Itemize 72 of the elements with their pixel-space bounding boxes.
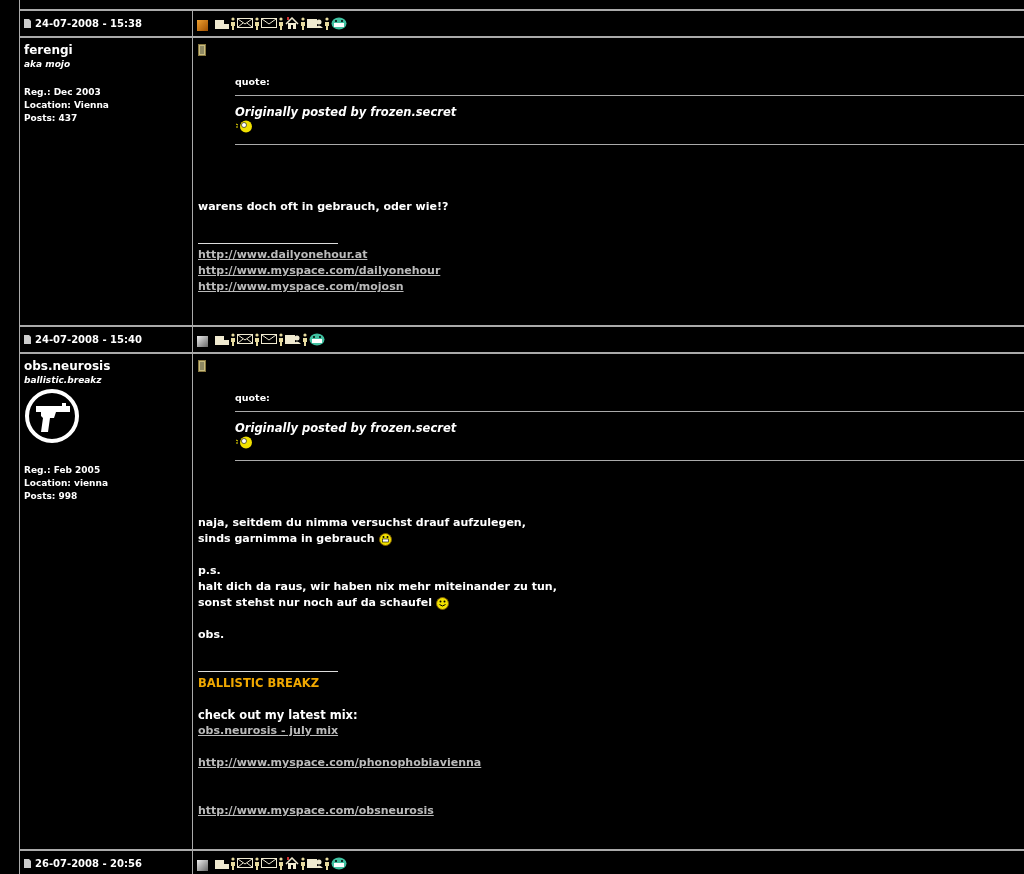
- user-title: ballistic.breakz: [24, 374, 103, 387]
- signature-title: BALLISTIC BREAKZ: [198, 675, 321, 691]
- figure-icon: [230, 17, 236, 30]
- grin-smiley-icon: [378, 532, 392, 546]
- user-location: Location: vienna: [24, 477, 109, 490]
- figure-icon: [324, 17, 330, 30]
- quote-label: quote:: [235, 76, 271, 87]
- signature-heading: check out my latest mix:: [198, 707, 359, 723]
- quote-attribution: Originally posted by frozen.secret: [235, 104, 458, 120]
- message-text: sonst stehst nur noch auf da schaufel: [198, 595, 432, 611]
- grin-icon[interactable]: [331, 17, 347, 30]
- smile-smiley-icon: [435, 596, 449, 610]
- figure-icon: [230, 333, 236, 346]
- figure-icon: [300, 17, 306, 30]
- signature-link[interactable]: http://www.myspace.com/obsneurosis: [198, 803, 434, 819]
- figure-icon: [302, 333, 308, 346]
- profile-icon[interactable]: [215, 17, 229, 30]
- figure-icon: [254, 857, 260, 870]
- rolling-eyes-smiley-icon: [235, 436, 253, 449]
- mail-icon[interactable]: [237, 333, 253, 346]
- profile-icon[interactable]: [215, 857, 229, 870]
- signature-link[interactable]: obs.neurosis - july mix: [198, 723, 339, 739]
- figure-icon: [278, 17, 284, 30]
- signature-link[interactable]: http://www.myspace.com/dailyonehour: [198, 263, 441, 279]
- post-date: 24-07-2008 - 15:38: [35, 18, 142, 29]
- card-icon[interactable]: [307, 857, 323, 870]
- post-icon: [24, 19, 31, 28]
- signature-link[interactable]: http://www.myspace.com/mojosn: [198, 279, 404, 295]
- figure-icon: [230, 857, 236, 870]
- document-icon: [198, 44, 206, 56]
- card-icon[interactable]: [307, 17, 323, 30]
- user-posts: Posts: 998: [24, 490, 79, 503]
- message-text: obs.: [198, 627, 225, 643]
- post-icon: [24, 859, 31, 868]
- message-text: warens doch oft in gebrauch, oder wie!?: [198, 199, 449, 215]
- message-text: naja, seitdem du nimma versuchst drauf aufzulegen,: [198, 515, 526, 531]
- user-reg: Reg.: Dec 2003: [24, 86, 102, 99]
- card-icon[interactable]: [285, 333, 301, 346]
- figure-icon: [254, 333, 260, 346]
- message-text: halt dich da raus, wir haben nix mehr miteinander zu tun,: [198, 579, 557, 595]
- message-text: p.s.: [198, 563, 221, 579]
- email-icon[interactable]: [261, 333, 277, 346]
- author-name: ferengi: [24, 43, 74, 58]
- figure-icon: [300, 857, 306, 870]
- figure-icon: [324, 857, 330, 870]
- document-icon: [198, 360, 206, 372]
- profile-icon[interactable]: [215, 333, 229, 346]
- mail-icon[interactable]: [237, 17, 253, 30]
- figure-icon: [254, 17, 260, 30]
- email-icon[interactable]: [261, 17, 277, 30]
- homepage-icon[interactable]: [285, 17, 299, 30]
- quote-attribution: Originally posted by frozen.secret: [235, 420, 458, 436]
- email-icon[interactable]: [261, 857, 277, 870]
- signature-link[interactable]: http://www.myspace.com/phonophobiavienna: [198, 755, 482, 771]
- mail-icon[interactable]: [237, 857, 253, 870]
- message-text: sinds garnimma in gebrauch: [198, 531, 375, 547]
- homepage-icon[interactable]: [285, 857, 299, 870]
- user-location: Location: Vienna: [24, 99, 110, 112]
- author-name: obs.neurosis: [24, 359, 112, 374]
- user-title: aka mojo: [24, 58, 72, 71]
- post-date: 26-07-2008 - 20:56: [35, 858, 142, 869]
- grin-icon[interactable]: [309, 333, 325, 346]
- figure-icon: [278, 857, 284, 870]
- post-date: 24-07-2008 - 15:40: [35, 334, 142, 345]
- rolling-eyes-smiley-icon: [235, 120, 253, 133]
- grin-icon[interactable]: [331, 857, 347, 870]
- user-posts: Posts: 437: [24, 112, 79, 125]
- quote-label: quote:: [235, 392, 271, 403]
- user-reg: Reg.: Feb 2005: [24, 464, 102, 477]
- figure-icon: [278, 333, 284, 346]
- post-icon: [24, 335, 31, 344]
- signature-link[interactable]: http://www.dailyonehour.at: [198, 247, 368, 263]
